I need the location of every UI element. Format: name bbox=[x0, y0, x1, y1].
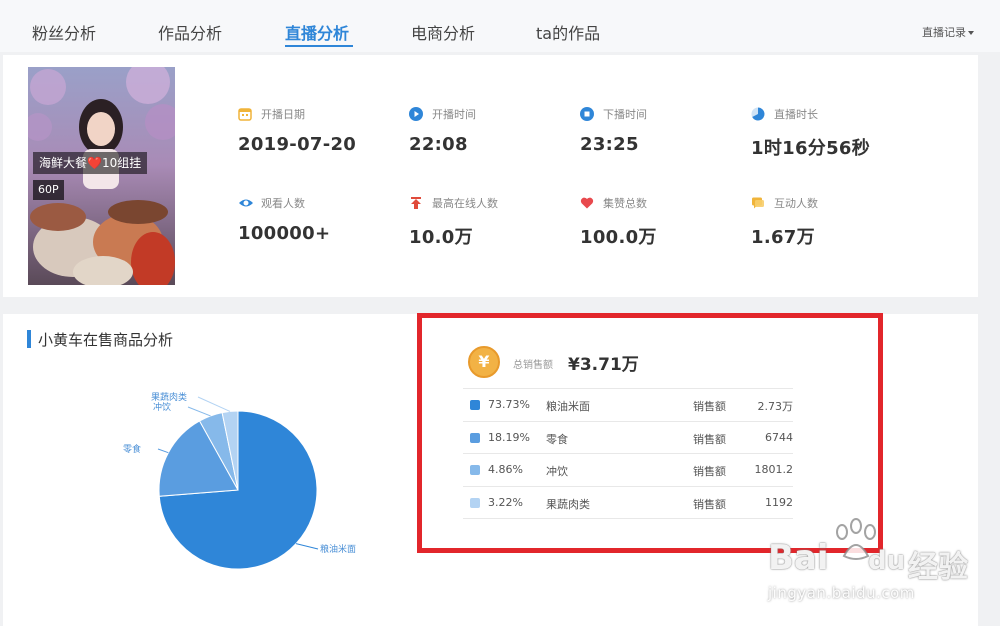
stat-label: 观看人数 bbox=[261, 197, 305, 210]
stat-label: 开播日期 bbox=[261, 108, 305, 121]
sales-amount: 6744 bbox=[765, 430, 793, 444]
tab-ta-works[interactable]: ta的作品 bbox=[536, 20, 600, 44]
stat-start-date: 开播日期 2019-07-20 bbox=[238, 106, 408, 155]
calendar-icon bbox=[238, 107, 252, 121]
tab-live-analysis[interactable]: 直播分析 bbox=[285, 20, 349, 44]
legend-swatch bbox=[470, 465, 480, 475]
pie-leader-line bbox=[187, 406, 211, 417]
stat-label: 互动人数 bbox=[774, 197, 818, 210]
watermark-brand-left: Bai bbox=[768, 538, 829, 578]
watermark-brand-right: du bbox=[868, 546, 906, 576]
caret-down-icon bbox=[968, 31, 974, 35]
stat-value: 1.67万 bbox=[751, 227, 815, 248]
stat-label: 直播时长 bbox=[774, 108, 818, 121]
legend-swatch bbox=[470, 497, 480, 508]
arrow-up-icon bbox=[409, 196, 423, 210]
sales-amount: 1801.2 bbox=[754, 463, 794, 476]
sales-table: 73.73% 粮油米面 销售额 2.73万 18.19% 零食 销售额 6744… bbox=[463, 388, 793, 519]
sales-amount: 2.73万 bbox=[757, 400, 794, 413]
sales-share: 18.19% bbox=[488, 430, 530, 444]
stat-value: 100.0万 bbox=[580, 227, 657, 248]
stat-peak-online: 最高在线人数 10.0万 bbox=[409, 195, 579, 249]
baidu-jingyan-watermark: Bai du 经验 jingyan.baidu.com bbox=[768, 518, 998, 608]
title-accent-bar bbox=[27, 330, 31, 348]
stat-value: 10.0万 bbox=[409, 227, 473, 248]
category-name: 粮油米面 bbox=[546, 400, 590, 413]
cover-photo bbox=[28, 67, 175, 285]
stat-total-likes: 集赞总数 100.0万 bbox=[580, 195, 750, 249]
stat-interactions: 互动人数 1.67万 bbox=[751, 195, 921, 249]
stat-viewers: 观看人数 100000+ bbox=[238, 195, 408, 244]
stop-icon bbox=[580, 107, 594, 121]
sales-share: 3.22% bbox=[488, 495, 523, 509]
stat-label: 开播时间 bbox=[432, 108, 476, 121]
live-stats-panel: 海鲜大餐❤️10组挂 60P 开播日期 2019-07-20 开播时间 22:0… bbox=[3, 55, 978, 297]
chat-icon bbox=[751, 196, 765, 210]
stat-label: 下播时间 bbox=[603, 108, 647, 121]
stat-value: 22:08 bbox=[409, 134, 468, 155]
sales-share: 73.73% bbox=[488, 398, 530, 411]
heart-icon bbox=[580, 196, 594, 210]
pie-leader-line bbox=[295, 543, 319, 550]
legend-swatch bbox=[470, 400, 480, 410]
sales-amount-label: 销售额 bbox=[693, 432, 726, 446]
stat-value: 100000+ bbox=[238, 223, 331, 244]
tab-bar: 粉丝分析 作品分析 直播分析 电商分析 ta的作品 直播记录 bbox=[0, 0, 1000, 52]
sales-row: 73.73% 粮油米面 销售额 2.73万 bbox=[463, 389, 793, 422]
legend-swatch bbox=[470, 432, 480, 443]
tab-ecommerce-analysis[interactable]: 电商分析 bbox=[411, 20, 475, 44]
watermark-brand-cn: 经验 bbox=[908, 550, 968, 585]
pie-svg: 粮油米面零食冲饮果蔬肉类 bbox=[123, 391, 356, 570]
section-title-text: 小黄车在售商品分析 bbox=[38, 330, 174, 349]
pie-label: 粮油米面 bbox=[320, 543, 356, 555]
pie-leader-line bbox=[197, 396, 231, 412]
play-icon bbox=[409, 107, 423, 121]
category-name: 果蔬肉类 bbox=[546, 497, 590, 511]
category-name: 冲饮 bbox=[546, 465, 568, 478]
active-tab-indicator bbox=[285, 45, 353, 47]
pie-leader-line bbox=[157, 448, 169, 454]
duration-icon bbox=[751, 107, 765, 121]
sales-row: 18.19% 零食 销售额 6744 bbox=[463, 422, 793, 454]
stat-start-time: 开播时间 22:08 bbox=[409, 106, 579, 155]
live-record-dropdown[interactable]: 直播记录 bbox=[922, 24, 974, 40]
section-title: 小黄车在售商品分析 bbox=[27, 330, 174, 349]
stat-label: 集赞总数 bbox=[603, 197, 647, 210]
sales-amount: 1192 bbox=[765, 495, 793, 509]
sales-share: 4.86% bbox=[488, 463, 523, 476]
sales-pie-chart: 粮油米面 零食 冲饮 果蔬肉类 bbox=[103, 374, 423, 624]
stat-value: 1时16分56秒 bbox=[751, 138, 871, 159]
tab-fans-analysis[interactable]: 粉丝分析 bbox=[32, 20, 96, 44]
stat-value: 2019-07-20 bbox=[238, 134, 357, 155]
live-cover-image[interactable]: 海鲜大餐❤️10组挂 60P bbox=[28, 67, 175, 285]
stat-duration: 直播时长 1时16分56秒 bbox=[751, 106, 921, 160]
eye-icon bbox=[238, 196, 253, 210]
sales-amount-label: 销售额 bbox=[693, 497, 726, 511]
live-cover-title: 海鲜大餐❤️10组挂 bbox=[33, 152, 148, 174]
yuan-coin-icon: ¥ bbox=[468, 346, 500, 378]
category-name: 零食 bbox=[546, 432, 568, 446]
total-sales-label: 总销售额 bbox=[513, 360, 553, 371]
pie-label: 果蔬肉类 bbox=[151, 391, 187, 403]
sales-row: 3.22% 果蔬肉类 销售额 1192 bbox=[463, 487, 793, 519]
sales-amount-label: 销售额 bbox=[693, 465, 726, 478]
stat-value: 23:25 bbox=[580, 134, 639, 155]
stat-end-time: 下播时间 23:25 bbox=[580, 106, 750, 155]
live-record-label: 直播记录 bbox=[922, 26, 966, 39]
total-sales-value: ¥3.71万 bbox=[568, 355, 639, 375]
sales-amount-label: 销售额 bbox=[693, 400, 726, 413]
sales-row: 4.86% 冲饮 销售额 1801.2 bbox=[463, 454, 793, 487]
pie-label: 零食 bbox=[123, 443, 141, 455]
watermark-url: jingyan.baidu.com bbox=[768, 584, 915, 602]
stat-label: 最高在线人数 bbox=[432, 197, 498, 210]
live-cover-tag: 60P bbox=[33, 180, 64, 200]
tab-works-analysis[interactable]: 作品分析 bbox=[158, 20, 222, 44]
